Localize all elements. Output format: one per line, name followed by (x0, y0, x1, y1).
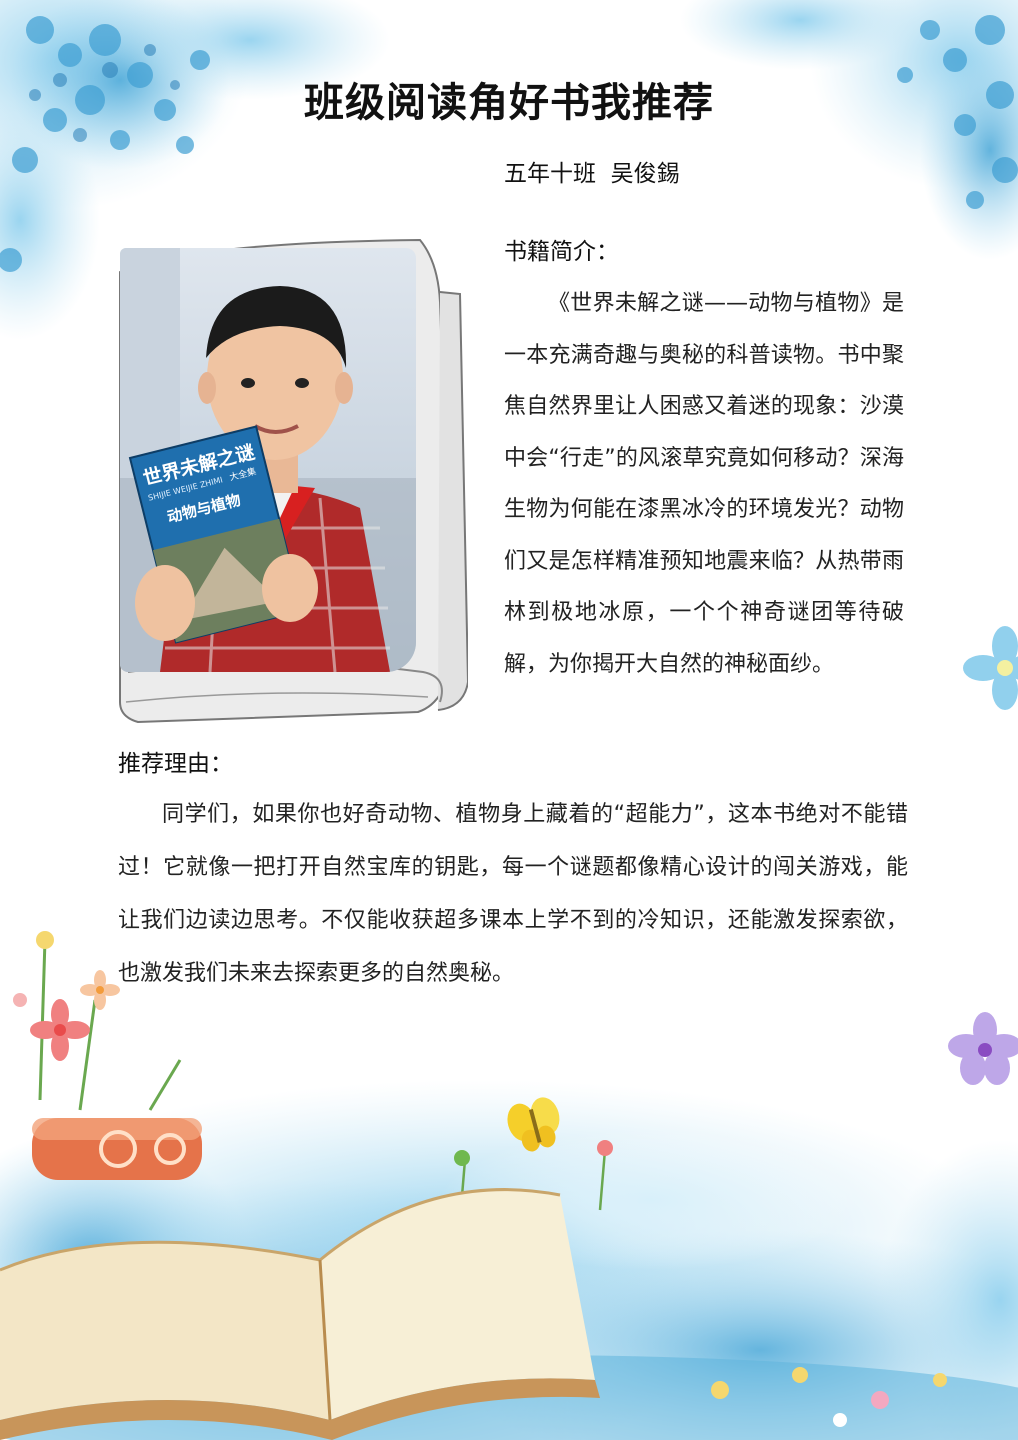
intro-heading: 书籍简介： (504, 239, 619, 265)
reason-heading: 推荐理由： (118, 751, 233, 777)
page-title: 班级阅读角好书我推荐 (304, 80, 714, 126)
right-blue-flower (963, 626, 1018, 710)
right-purple-flower (948, 1012, 1018, 1085)
reason-paragraph: 同学们，如果你也好奇动物、植物身上藏着的“超能力”，这本书绝对不能错过！它就像一… (118, 802, 908, 986)
student-photo: 世界未解之谜 SHIJIE WEIJIE ZHIMI 大全集 动物与植物 (120, 248, 416, 672)
intro-paragraph: 《世界未解之谜——动物与植物》是一本充满奇趣与奥秘的科普读物。书中聚焦自然界里让… (504, 291, 904, 677)
author-line: 五年十班 吴俊錫 (504, 161, 680, 187)
top-right-foliage (680, 0, 1018, 260)
student-photo-illustration: 世界未解之谜 SHIJIE WEIJIE ZHIMI 大全集 动物与植物 (120, 248, 416, 672)
pencil-case (32, 1118, 202, 1180)
poster-page: 班级阅读角好书我推荐 五年十班 吴俊錫 世界未解之谜 SHIJIE WEIJIE… (0, 0, 1018, 1440)
